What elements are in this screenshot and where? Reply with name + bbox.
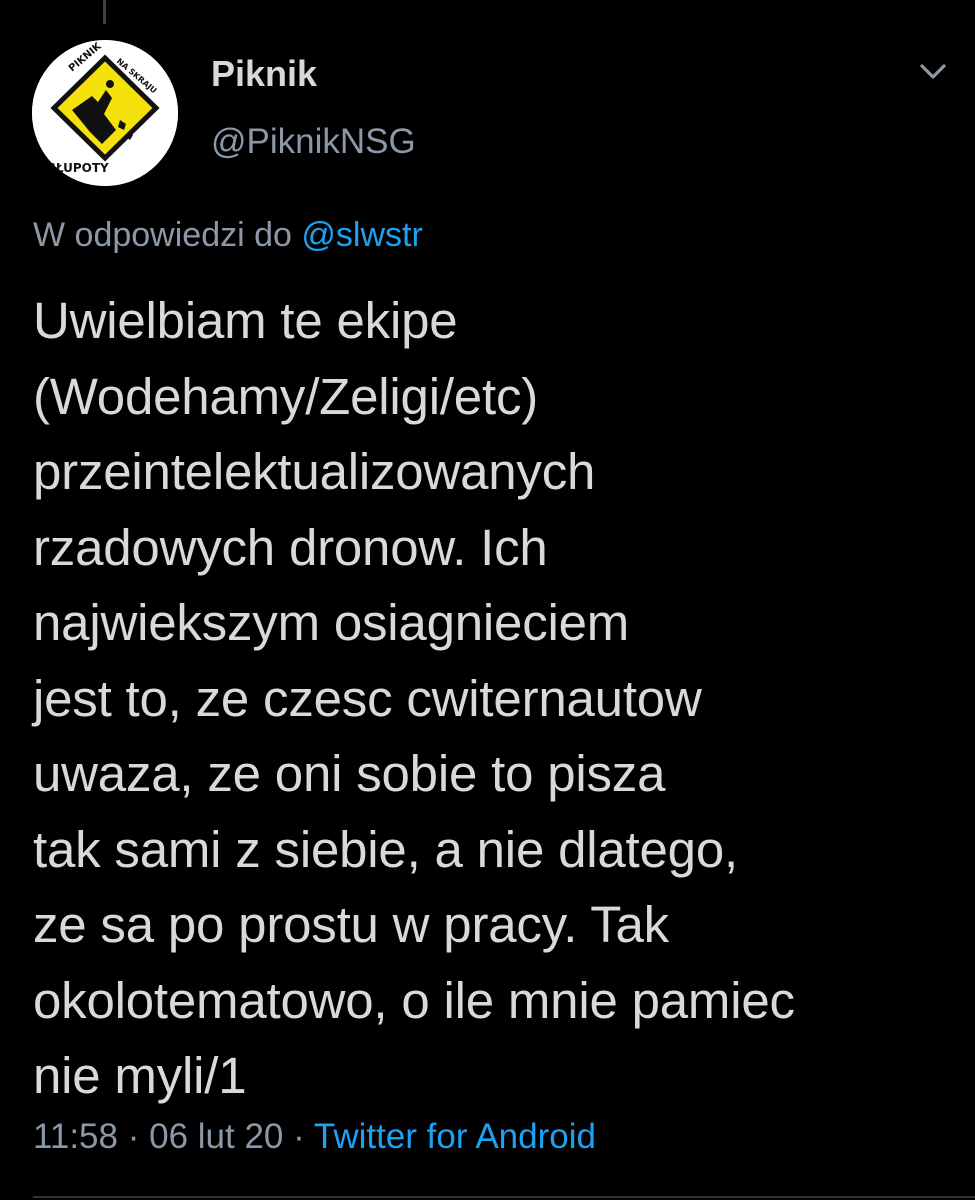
- tweet-text-line: Uwielbiam te ekipe: [33, 292, 458, 349]
- reply-mention-link[interactable]: @slwstr: [301, 216, 422, 254]
- tweet-text-line: rzadowych dronow. Ich: [33, 518, 548, 576]
- tweet-text-line: jest to, ze czesc cwiternautow: [33, 669, 702, 727]
- avatar[interactable]: PIKNIK NA SKRAJU GŁUPOTY: [32, 40, 178, 186]
- reply-prefix: W odpowiedzi do: [33, 216, 292, 254]
- tweet-text-line: uwaza, ze oni sobie to pisza: [33, 745, 666, 802]
- tweet-text-line: najwiekszym osiagnieciem: [33, 594, 630, 651]
- chevron-down-icon: [920, 64, 946, 79]
- meta-separator: ·: [293, 1117, 305, 1156]
- tweet-date[interactable]: 06 lut 20: [149, 1117, 283, 1156]
- thread-connector-line: [103, 0, 106, 24]
- tweet-source-link[interactable]: Twitter for Android: [314, 1117, 596, 1156]
- svg-text:GŁUPOTY: GŁUPOTY: [46, 161, 109, 175]
- tweet-text-line: przeintelektualizowanych: [33, 443, 596, 500]
- tweet-menu-button[interactable]: [910, 52, 956, 92]
- author-display-name[interactable]: Piknik: [211, 52, 317, 96]
- tweet-text-line: ze sa po prostu w pracy. Tak: [33, 896, 669, 953]
- author-handle[interactable]: @PiknikNSG: [211, 120, 416, 164]
- tweet-text-line: tak sami z siebie, a nie dlatego,: [33, 820, 738, 878]
- tweet-text: Uwielbiam te ekipe (Wodehamy/Zeligi/etc)…: [33, 283, 963, 1114]
- reply-context: W odpowiedzi do @slwstr: [33, 212, 423, 258]
- tweet-text-line: nie myli/1: [33, 1047, 247, 1104]
- tweet-time[interactable]: 11:58: [33, 1117, 118, 1156]
- avatar-logo-icon: PIKNIK NA SKRAJU GŁUPOTY: [32, 40, 178, 186]
- tweet-metadata: 11:58 · 06 lut 20 · Twitter for Android: [33, 1113, 596, 1161]
- meta-separator: ·: [127, 1117, 140, 1156]
- divider: [33, 1196, 975, 1198]
- tweet-text-line: okolotematowo, o ile mnie pamiec: [33, 971, 795, 1029]
- tweet-text-line: (Wodehamy/Zeligi/etc): [33, 367, 539, 425]
